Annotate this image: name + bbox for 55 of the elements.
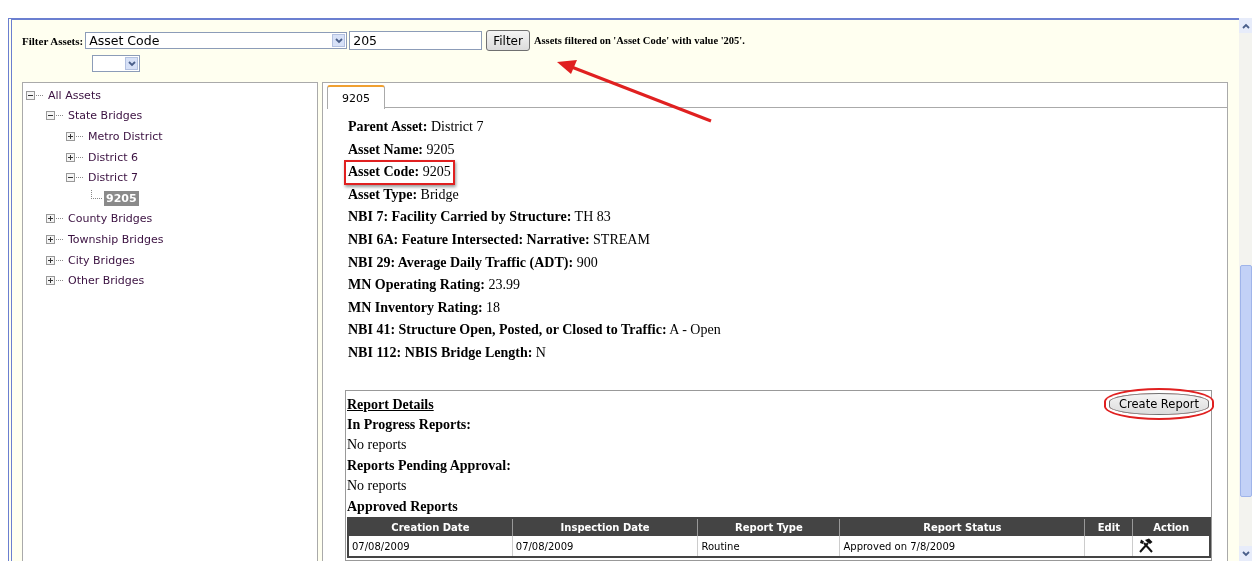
detail-line: NBI 41: Structure Open, Posted, or Closed to Traffic: A - Open — [347, 321, 722, 340]
detail-line: NBI 29: Average Daily Traffic (ADT): 900 — [347, 253, 599, 272]
tree-item[interactable]: Metro District — [86, 129, 165, 144]
tools-icon[interactable] — [1138, 537, 1155, 553]
column-header: Creation Date — [348, 518, 513, 537]
expand-icon[interactable] — [46, 276, 55, 286]
collapse-icon[interactable] — [66, 173, 75, 183]
tree-item[interactable]: All Assets — [46, 87, 103, 103]
tree-item[interactable]: District 6 — [86, 149, 140, 165]
tree-item[interactable]: State Bridges — [66, 108, 145, 124]
tree-item[interactable]: City Bridges — [66, 252, 137, 268]
detail-line: NBI 6A: Feature Intersected: Narrative: STREAM — [347, 230, 651, 249]
tree-item[interactable]: Other Bridges — [66, 273, 147, 289]
expand-icon[interactable] — [66, 152, 75, 162]
section-text: No reports — [347, 436, 408, 455]
detail-line: Parent Asset: District 7 — [347, 118, 485, 136]
detail-line: NBI 7: Facility Carried by Structure: TH 83 — [347, 208, 612, 227]
section-text: No reports — [347, 477, 408, 496]
scrollbar[interactable] — [1239, 18, 1252, 561]
detail-line: MN Inventory Rating: 18 — [347, 298, 502, 317]
table-cell: Approved on 7/8/2009 — [839, 536, 1085, 558]
section-heading: Approved Reports — [347, 497, 459, 516]
collapse-icon[interactable] — [46, 111, 55, 121]
column-header: Edit — [1084, 518, 1133, 537]
detail-line: Asset Type: Bridge — [347, 185, 460, 204]
expand-icon[interactable] — [46, 255, 55, 265]
field-dropdown[interactable]: Asset Code — [85, 32, 348, 49]
filter-message: Assets filtered on 'Asset Code' with value '205'. — [533, 35, 745, 46]
scroll-down-icon[interactable] — [1239, 546, 1252, 561]
section-heading: In Progress Reports: — [347, 415, 472, 434]
filter-label: Filter Assets: — [22, 34, 84, 47]
expand-icon[interactable] — [66, 132, 75, 141]
table-cell: 07/08/2009 — [348, 536, 513, 558]
column-header: Inspection Date — [512, 518, 698, 537]
report-title: Report Details — [347, 396, 434, 413]
section-heading: Reports Pending Approval: — [347, 456, 512, 475]
tree-item[interactable]: Township Bridges — [66, 231, 166, 247]
tree-item[interactable]: District 7 — [86, 170, 140, 186]
dropdown[interactable] — [92, 55, 140, 72]
scroll-up-icon[interactable] — [1239, 18, 1252, 33]
collapse-icon[interactable] — [26, 90, 35, 100]
tree-item[interactable]: County Bridges — [66, 211, 155, 227]
column-header: Action — [1132, 518, 1210, 537]
detail-line: Asset Name: 9205 — [347, 140, 456, 159]
filter-button[interactable]: Filter — [486, 30, 530, 51]
detail-line: MN Operating Rating: 23.99 — [347, 276, 521, 295]
column-header: Report Type — [697, 518, 840, 537]
filter-input[interactable]: 205 — [349, 31, 483, 50]
table-cell: Routine — [697, 536, 840, 558]
column-header: Report Status — [839, 518, 1085, 537]
tab[interactable]: 9205 — [327, 85, 385, 109]
table-cell: 07/08/2009 — [512, 536, 698, 558]
expand-icon[interactable] — [46, 214, 55, 224]
detail-line: NBI 112: NBIS Bridge Length: N — [347, 343, 547, 362]
expand-icon[interactable] — [46, 234, 55, 244]
